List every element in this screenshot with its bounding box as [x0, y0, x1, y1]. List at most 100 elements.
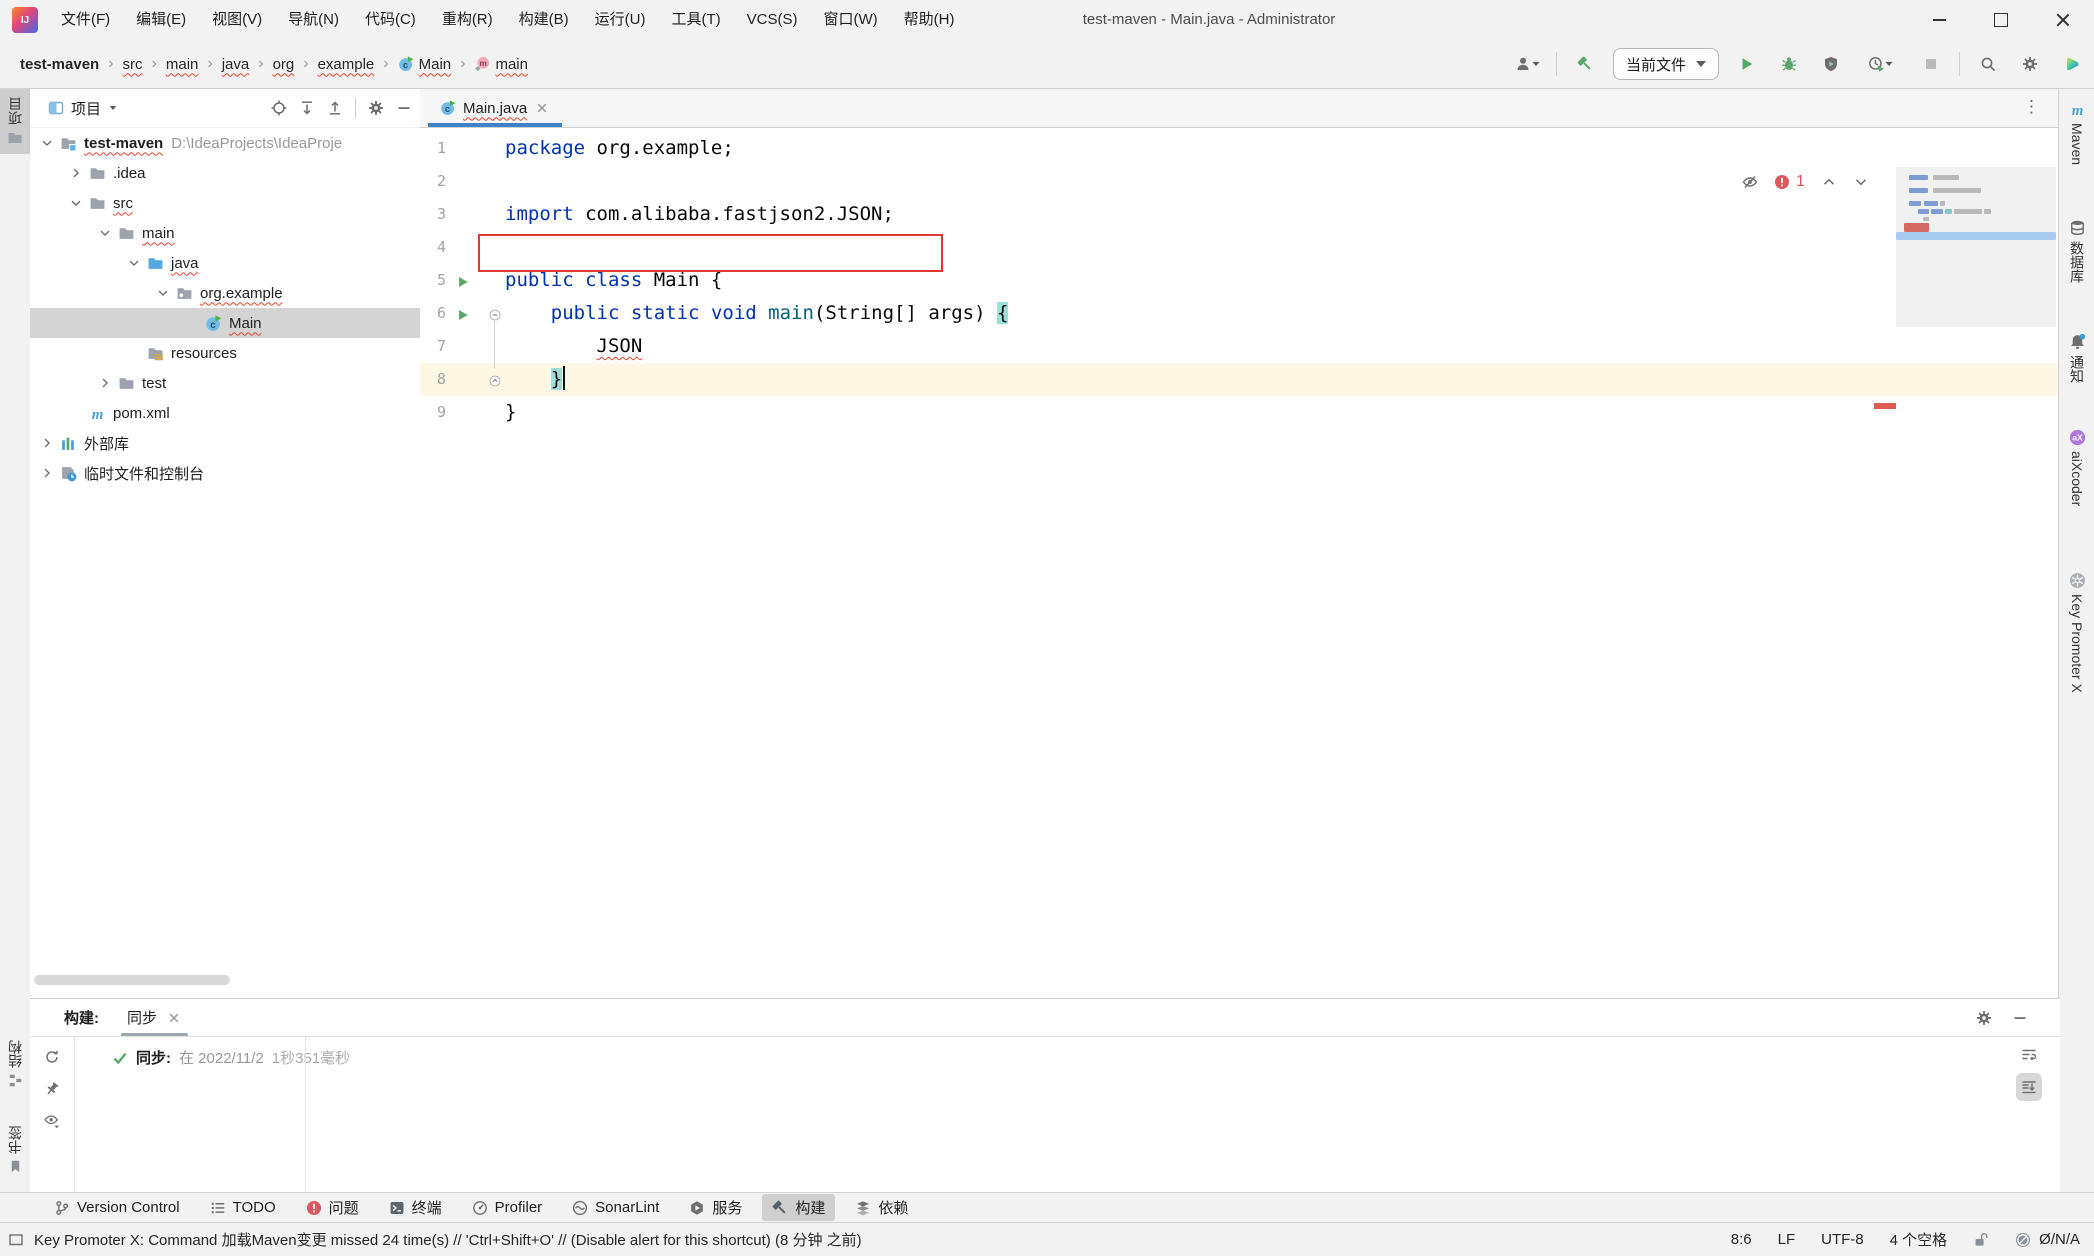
tree-item-pom.xml[interactable]: mpom.xml — [30, 398, 420, 428]
soft-wrap-button[interactable] — [2021, 1047, 2037, 1063]
run-configuration-select[interactable]: 当前文件 — [1613, 48, 1719, 80]
tree-item-resources[interactable]: resources — [30, 338, 420, 368]
aixcoder-status-widget[interactable]: Ø/N/A — [2015, 1231, 2080, 1248]
menu-item-7[interactable]: 运行(U) — [582, 0, 659, 40]
sync-status-row[interactable]: 同步: 在 2022/11/2 1秒351毫秒 — [112, 1047, 350, 1068]
breadcrumb-main[interactable]: mmain — [474, 56, 528, 73]
code-area[interactable]: 1package org.example;23import com.alibab… — [420, 128, 2058, 998]
run-button[interactable] — [1733, 50, 1761, 78]
toolwindow-button-TODO[interactable]: TODO — [200, 1196, 286, 1219]
highlighting-level-button[interactable] — [1742, 174, 1758, 190]
pin-button[interactable] — [44, 1081, 60, 1097]
code-line-7[interactable]: 7 JSON — [420, 330, 2058, 363]
line-separator-widget[interactable]: LF — [1778, 1231, 1796, 1248]
breadcrumb-Main[interactable]: cMain — [398, 56, 452, 73]
tree-item-临时文件和控制台[interactable]: 临时文件和控制台 — [30, 458, 420, 488]
tree-item-main[interactable]: main — [30, 218, 420, 248]
tree-chevron[interactable] — [94, 226, 116, 240]
toolwindow-button-问题[interactable]: 问题 — [296, 1194, 369, 1221]
unlock-icon[interactable] — [1973, 1232, 1989, 1248]
fold-marker[interactable] — [488, 372, 502, 390]
breadcrumb-src[interactable]: src — [123, 56, 143, 73]
build-project-button[interactable] — [1571, 50, 1599, 78]
debug-button[interactable] — [1775, 50, 1803, 78]
code-line-3[interactable]: 3import com.alibaba.fastjson2.JSON; — [420, 198, 2058, 231]
expand-all-button[interactable] — [299, 100, 315, 116]
tree-chevron[interactable] — [36, 436, 58, 450]
run-gutter-button[interactable] — [456, 306, 470, 324]
menu-item-9[interactable]: VCS(S) — [734, 0, 811, 40]
refresh-button[interactable] — [44, 1049, 60, 1065]
panel-divider[interactable] — [305, 1037, 306, 1194]
editor-options-kebab-icon[interactable]: ⋮ — [2023, 97, 2040, 117]
stripe-button-Maven[interactable]: mMaven — [2059, 93, 2094, 173]
breadcrumb-main[interactable]: main — [166, 56, 199, 73]
tree-item-Main[interactable]: cMain — [30, 308, 420, 338]
breadcrumb-java[interactable]: java — [222, 56, 250, 73]
minimize-button[interactable] — [1908, 0, 1970, 40]
toolwindow-button-Profiler[interactable]: Profiler — [462, 1196, 553, 1219]
filter-view-button[interactable] — [44, 1113, 60, 1129]
stripe-button-项目[interactable]: 项目 — [0, 89, 30, 154]
collapse-all-button[interactable] — [327, 100, 343, 116]
toolwindow-button-服务[interactable]: 服务 — [679, 1194, 752, 1221]
search-everywhere-button[interactable] — [1974, 50, 2002, 78]
stripe-button-书签[interactable]: 书签 — [0, 1118, 30, 1182]
tree-item-java[interactable]: java — [30, 248, 420, 278]
menu-item-0[interactable]: 文件(F) — [48, 0, 123, 40]
tab-sync[interactable]: 同步 — [127, 999, 182, 1036]
profile-user-button[interactable] — [1514, 50, 1542, 78]
menu-item-1[interactable]: 编辑(E) — [123, 0, 199, 40]
scroll-to-end-button[interactable] — [2016, 1073, 2042, 1101]
error-stripe-mark[interactable] — [1874, 403, 1896, 409]
next-error-button[interactable] — [1853, 174, 1869, 190]
close-window-button[interactable] — [2032, 0, 2094, 40]
close-tab-button[interactable] — [166, 1010, 182, 1026]
settings-button[interactable] — [2016, 50, 2044, 78]
locate-file-button[interactable] — [271, 100, 287, 116]
tree-item-test-maven[interactable]: test-mavenD:\IdeaProjects\IdeaProje — [30, 128, 420, 158]
menu-item-2[interactable]: 视图(V) — [199, 0, 275, 40]
horizontal-scrollbar[interactable] — [34, 975, 230, 985]
code-line-8[interactable]: 8 } — [420, 363, 2058, 396]
menu-item-10[interactable]: 窗口(W) — [810, 0, 890, 40]
toolwindow-button-构建[interactable]: 构建 — [762, 1194, 835, 1221]
caret-position-widget[interactable]: 8:6 — [1731, 1231, 1752, 1248]
tab-main-java[interactable]: c Main.java — [428, 89, 562, 127]
status-message[interactable]: Key Promoter X: Command 加载Maven变更 missed… — [8, 1229, 862, 1250]
menu-item-5[interactable]: 重构(R) — [429, 0, 506, 40]
breadcrumb-example[interactable]: example — [318, 56, 375, 73]
run-with-coverage-button[interactable] — [1817, 50, 1845, 78]
tree-chevron[interactable] — [36, 136, 58, 150]
toolwindow-button-终端[interactable]: 终端 — [379, 1194, 452, 1221]
tree-item-test[interactable]: test — [30, 368, 420, 398]
code-minimap[interactable] — [1896, 167, 2056, 327]
tree-item-.idea[interactable]: .idea — [30, 158, 420, 188]
menu-item-3[interactable]: 导航(N) — [275, 0, 352, 40]
breadcrumb-org[interactable]: org — [273, 56, 295, 73]
maximize-button[interactable] — [1970, 0, 2032, 40]
ai-plugin-button[interactable] — [2058, 50, 2086, 78]
toolwindow-button-依赖[interactable]: 依赖 — [845, 1194, 918, 1221]
toolwindow-button-Version Control[interactable]: Version Control — [44, 1196, 190, 1219]
stripe-button-aiXcoder[interactable]: aXaiXcoder — [2059, 421, 2094, 514]
stripe-button-结构[interactable]: 结构 — [0, 1032, 30, 1096]
menu-item-6[interactable]: 构建(B) — [506, 0, 582, 40]
stripe-button-数据库[interactable]: 数据库 — [2059, 211, 2094, 291]
tree-chevron[interactable] — [65, 196, 87, 210]
tree-item-org.example[interactable]: org.example — [30, 278, 420, 308]
toolwindow-button-SonarLint[interactable]: SonarLint — [562, 1196, 669, 1219]
menu-item-4[interactable]: 代码(C) — [352, 0, 429, 40]
previous-error-button[interactable] — [1821, 174, 1837, 190]
tree-chevron[interactable] — [123, 256, 145, 270]
tree-item-src[interactable]: src — [30, 188, 420, 218]
error-count-badge[interactable]: 1 — [1774, 173, 1805, 191]
tree-chevron[interactable] — [36, 466, 58, 480]
stripe-button-Key Promoter X[interactable]: Key Promoter X — [2059, 564, 2094, 701]
project-options-button[interactable] — [368, 100, 384, 116]
stripe-button-通知[interactable]: 通知 — [2059, 325, 2094, 391]
profiler-button[interactable] — [1859, 50, 1903, 78]
build-settings-button[interactable] — [1976, 1010, 1992, 1026]
project-view-select[interactable]: 项目 — [48, 98, 118, 119]
breadcrumb-test-maven[interactable]: test-maven — [20, 56, 99, 73]
